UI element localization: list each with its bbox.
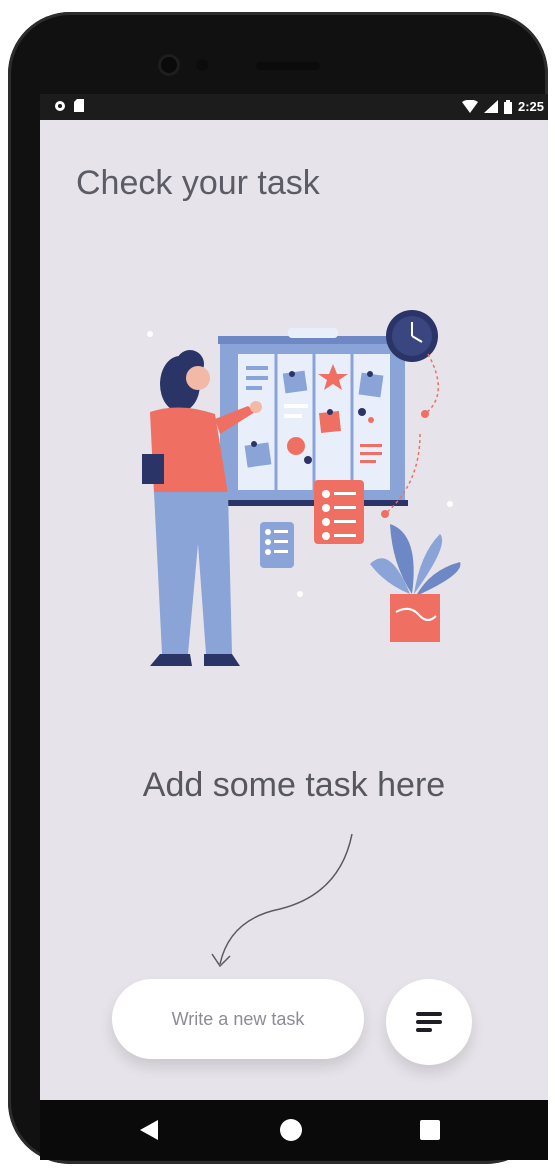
proximity-sensor (196, 59, 208, 71)
page-title: Check your task (76, 164, 320, 202)
earpiece-speaker (256, 62, 320, 70)
status-time: 2:25 (517, 99, 544, 114)
new-task-input[interactable]: Write a new task (112, 979, 364, 1059)
sync-icon (55, 100, 65, 111)
app-screen: 2:25 Check your task Add some task here … (40, 94, 548, 1160)
task-board-illustration (142, 310, 461, 666)
front-camera (158, 54, 180, 76)
phone-frame: 2:25 Check your task Add some task here … (8, 12, 548, 1164)
signal-icon (483, 100, 498, 113)
back-icon[interactable] (140, 1120, 158, 1140)
wifi-icon (461, 100, 478, 113)
task-list-button[interactable] (386, 979, 472, 1065)
add-task-hint: Add some task here (142, 766, 446, 804)
menu-lines-icon (416, 1012, 442, 1032)
battery-icon (503, 99, 512, 114)
recents-icon[interactable] (420, 1120, 440, 1140)
curved-arrow-icon (211, 833, 353, 968)
status-bar: 2:25 (40, 94, 548, 120)
home-icon[interactable] (280, 1119, 302, 1141)
system-nav-bar (40, 1100, 548, 1160)
new-task-placeholder: Write a new task (171, 1008, 305, 1029)
sd-card-icon (74, 99, 84, 112)
